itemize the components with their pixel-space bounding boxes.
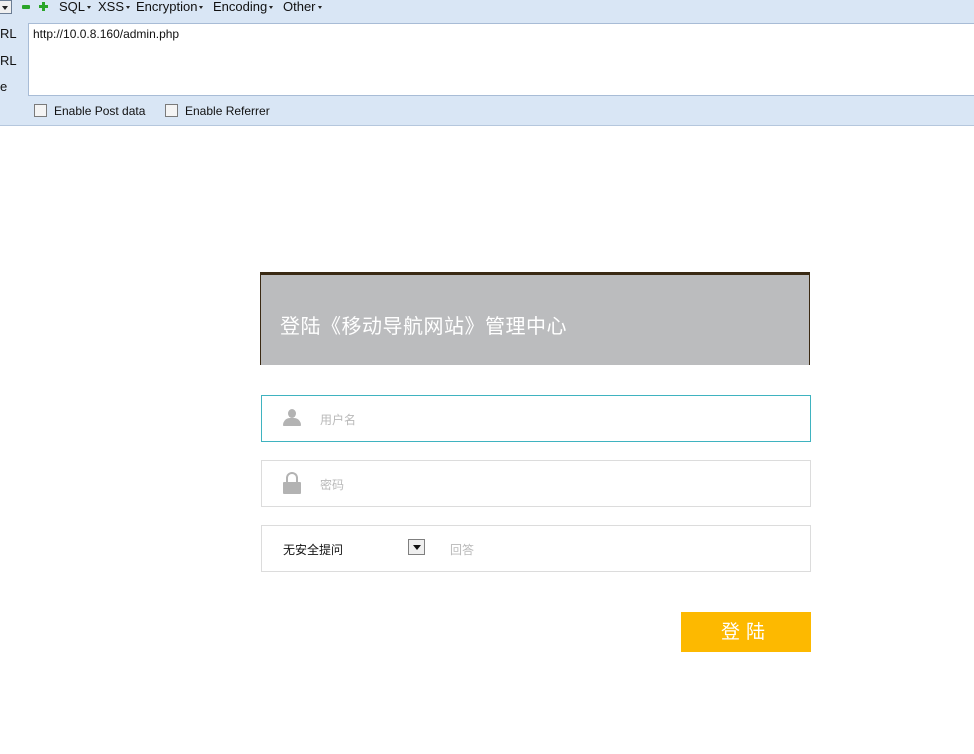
menu-xss[interactable]: XSS xyxy=(98,0,131,14)
hackbar-menu-row: SQL XSS Encryption Encoding Other xyxy=(0,0,974,16)
decrease-icon[interactable] xyxy=(22,5,30,9)
hackbar-toolbar: SQL XSS Encryption Encoding Other RL RL … xyxy=(0,0,974,126)
caret-down-icon xyxy=(87,6,92,10)
execute-button[interactable]: e xyxy=(0,79,7,94)
chevron-down-icon[interactable] xyxy=(408,539,425,555)
enable-post-data-option[interactable]: Enable Post data xyxy=(34,104,145,118)
security-question-row: 无安全提问 回答 xyxy=(261,525,811,572)
menu-encryption[interactable]: Encryption xyxy=(136,0,204,14)
caret-down-icon xyxy=(126,6,131,10)
login-header: 登陆《移动导航网站》管理中心 xyxy=(260,272,810,365)
enable-referrer-option[interactable]: Enable Referrer xyxy=(165,104,270,118)
security-question-select[interactable]: 无安全提问 xyxy=(283,541,343,558)
split-url-button[interactable]: RL xyxy=(0,53,17,68)
login-title: 登陆《移动导航网站》管理中心 xyxy=(280,316,567,338)
referrer-label: Enable Referrer xyxy=(185,104,270,118)
increase-icon[interactable] xyxy=(39,2,48,11)
answer-input[interactable]: 回答 xyxy=(450,541,474,558)
post-data-checkbox[interactable] xyxy=(34,104,47,117)
caret-down-icon xyxy=(269,6,274,10)
user-icon xyxy=(283,409,301,427)
menu-other[interactable]: Other xyxy=(283,0,322,14)
referrer-checkbox[interactable] xyxy=(165,104,178,117)
password-field[interactable]: 密码 xyxy=(261,460,811,507)
login-button[interactable]: 登陆 xyxy=(681,612,811,652)
lock-icon xyxy=(283,472,301,494)
load-url-button[interactable]: RL xyxy=(0,26,17,41)
username-placeholder: 用户名 xyxy=(320,413,357,427)
caret-down-icon xyxy=(317,6,322,10)
password-placeholder: 密码 xyxy=(320,478,345,492)
post-data-label: Enable Post data xyxy=(54,104,146,118)
hackbar-dropdown-icon[interactable] xyxy=(0,0,12,14)
caret-down-icon xyxy=(199,6,204,10)
username-field[interactable]: 用户名 xyxy=(261,395,811,442)
menu-encoding[interactable]: Encoding xyxy=(213,0,274,14)
menu-sql[interactable]: SQL xyxy=(59,0,92,14)
url-textarea[interactable]: http://10.0.8.160/admin.php xyxy=(28,23,974,96)
